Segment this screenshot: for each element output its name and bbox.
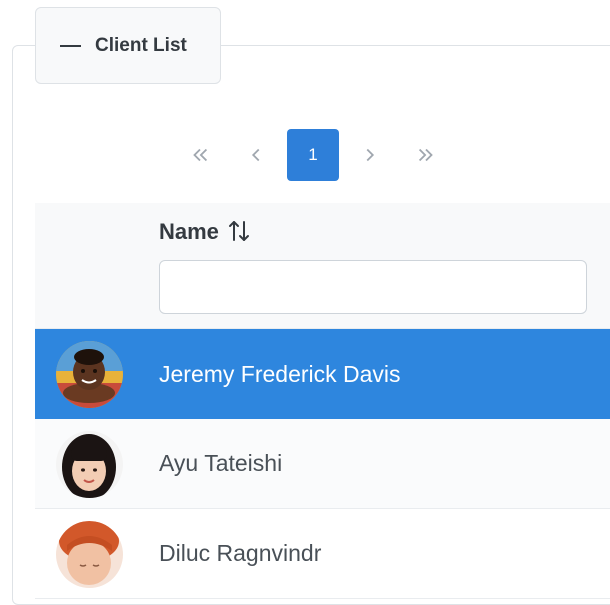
chevron-right-icon (366, 148, 375, 162)
client-name: Ayu Tateishi (159, 450, 283, 476)
avatar (56, 521, 123, 588)
page-1-button[interactable]: 1 (287, 129, 339, 181)
avatar (56, 431, 123, 498)
column-label: Name (159, 219, 219, 244)
name-column-header[interactable]: Name (159, 219, 251, 245)
first-page-button[interactable] (175, 130, 225, 180)
avatar (56, 341, 123, 408)
name-filter-input[interactable] (159, 260, 587, 314)
chevron-left-icon (251, 148, 260, 162)
table-row[interactable]: Ayu Tateishi (35, 419, 610, 509)
table-row[interactable]: Jeremy Frederick Davis (35, 329, 610, 419)
panel-title: Client List (95, 34, 187, 56)
prev-page-button[interactable] (231, 130, 281, 180)
client-list-toggle[interactable]: Client List (35, 7, 221, 84)
client-name: Diluc Ragnvindr (159, 540, 322, 566)
next-page-button[interactable] (345, 130, 395, 180)
paginator: 1 (175, 128, 451, 182)
double-chevron-left-icon (193, 148, 208, 162)
double-chevron-right-icon (418, 148, 433, 162)
table-row[interactable]: Diluc Ragnvindr (35, 509, 610, 599)
client-name: Jeremy Frederick Davis (159, 360, 401, 387)
minus-icon (60, 44, 81, 47)
table-header: Name (35, 203, 610, 329)
client-table: Name Jeremy Frederick Davis Ayu Tateishi… (35, 203, 610, 599)
last-page-button[interactable] (401, 130, 451, 180)
sort-arrows-icon (228, 221, 249, 241)
